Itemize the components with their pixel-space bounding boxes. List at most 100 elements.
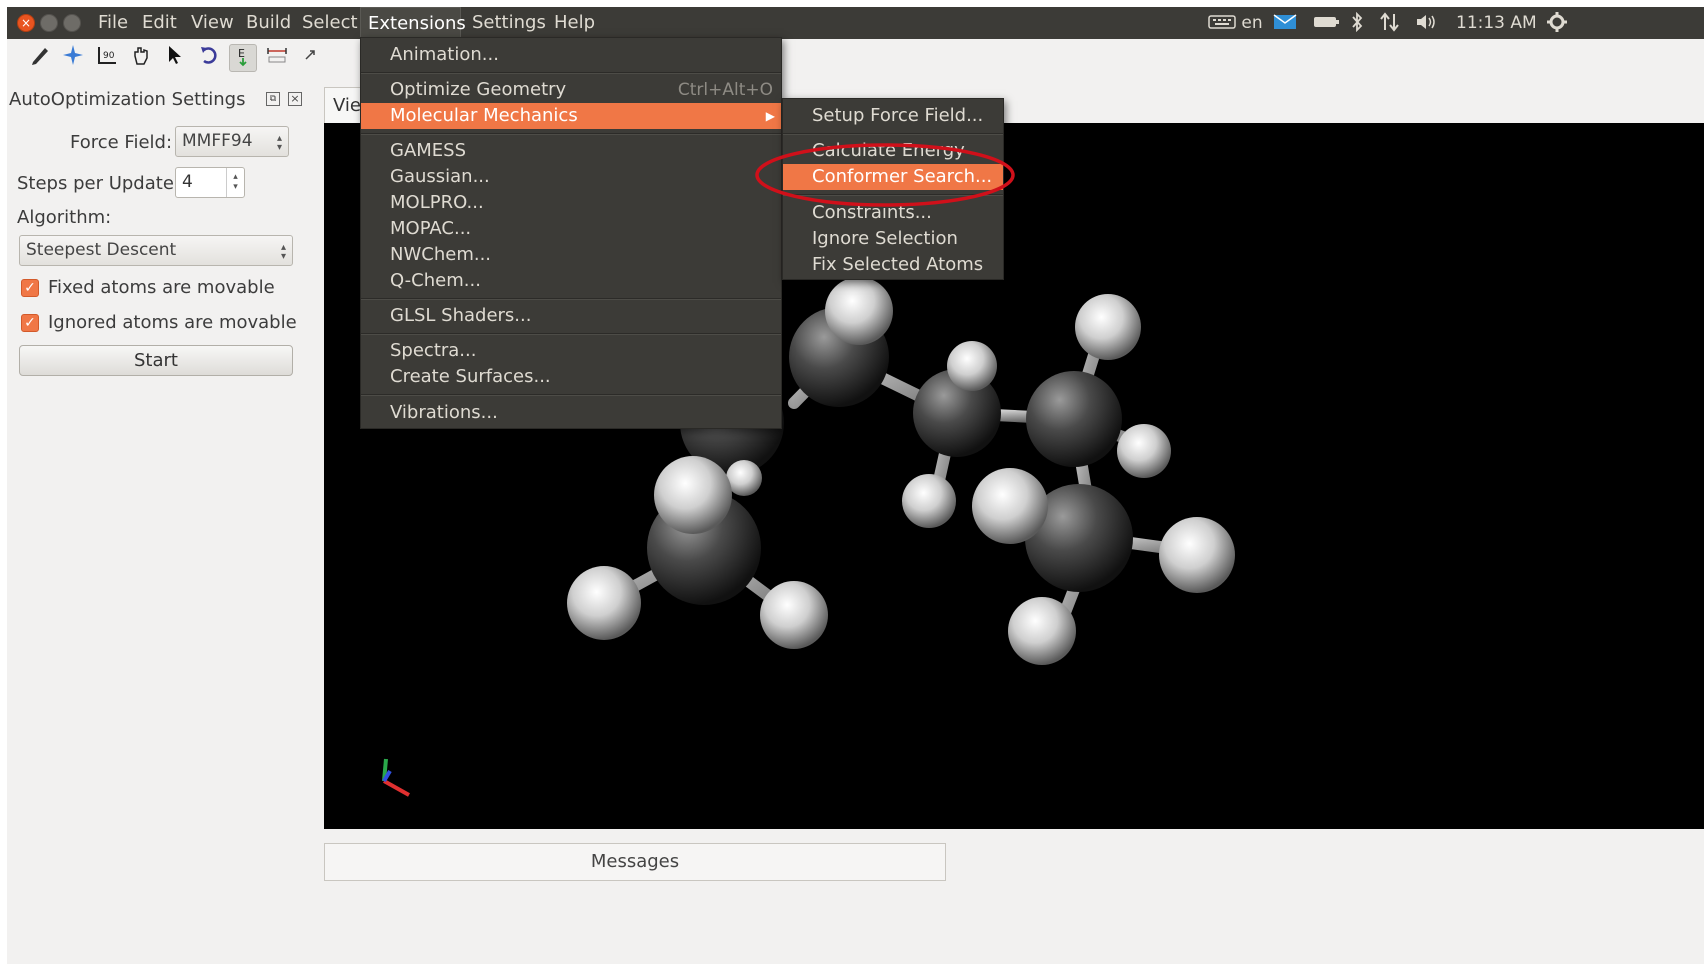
- navigate-tool-button[interactable]: [59, 44, 87, 72]
- fixed-atoms-label: Fixed atoms are movable: [48, 277, 275, 298]
- panel-title: AutoOptimization Settings: [9, 89, 246, 110]
- steps-per-update-spinbox[interactable]: 4 ▴ ▾: [175, 167, 245, 198]
- close-panel-button[interactable]: ×: [288, 92, 302, 106]
- hydrogen-atom: [567, 566, 641, 640]
- annotation-ellipse: [755, 143, 1015, 207]
- start-button[interactable]: Start: [19, 345, 293, 376]
- battery-icon: [1314, 17, 1339, 27]
- align-tool-button[interactable]: [263, 44, 291, 72]
- menu-extensions[interactable]: Extensions: [360, 7, 466, 39]
- svg-text:90: 90: [103, 51, 115, 61]
- keyboard-indicator[interactable]: en: [1208, 7, 1263, 39]
- clock[interactable]: 11:13 AM: [1456, 7, 1537, 39]
- axes-icon: [382, 758, 410, 797]
- menu-item-mopac[interactable]: MOPAC...: [361, 216, 781, 242]
- system-menu[interactable]: [1546, 7, 1568, 39]
- force-field-label: Force Field:: [70, 132, 173, 153]
- minimize-window-button[interactable]: [40, 14, 58, 32]
- shortcut-label: Ctrl+Alt+O: [677, 80, 773, 100]
- align-tool-icon: [267, 48, 287, 63]
- volume-indicator[interactable]: [1415, 7, 1441, 39]
- menu-separator: [361, 394, 781, 396]
- network-indicator[interactable]: [1379, 7, 1401, 39]
- manipulate-tool-button[interactable]: [127, 44, 155, 72]
- menu-item-nwchem[interactable]: NWChem...: [361, 242, 781, 268]
- menu-separator: [783, 133, 1003, 135]
- menu-item-glsl-shaders[interactable]: GLSL Shaders...: [361, 303, 781, 329]
- menu-item-animation[interactable]: Animation...: [361, 42, 781, 68]
- menu-item-create-surfaces[interactable]: Create Surfaces...: [361, 364, 781, 390]
- rotate-tool-button[interactable]: [195, 44, 223, 72]
- chevron-updown-icon: ▴ ▾: [276, 133, 282, 153]
- menu-separator: [361, 333, 781, 335]
- battery-indicator[interactable]: [1313, 7, 1341, 39]
- mail-indicator[interactable]: [1273, 7, 1297, 39]
- messages-tab[interactable]: Messages: [324, 843, 946, 881]
- rotate-tool-icon: [201, 47, 217, 64]
- force-field-select[interactable]: MMFF94 ▴ ▾: [175, 126, 289, 157]
- autooptimization-panel: AutoOptimization Settings ⧉ × Force Fiel…: [7, 77, 307, 964]
- symmetry-tool-icon: [305, 50, 315, 60]
- menu-separator: [361, 133, 781, 135]
- bluetooth-icon: [1352, 11, 1363, 33]
- avogadro-window: × File Edit View Build Select Extensions…: [7, 7, 1704, 964]
- network-icon: [1380, 12, 1399, 32]
- menu-build[interactable]: Build: [239, 7, 298, 39]
- menu-separator: [361, 72, 781, 74]
- carbon-atom: [1026, 371, 1122, 467]
- menu-select[interactable]: Select: [295, 7, 365, 39]
- keyboard-icon: [1208, 15, 1236, 29]
- hydrogen-atom: [654, 456, 732, 534]
- symmetry-tool-button[interactable]: [297, 44, 325, 72]
- menu-help[interactable]: Help: [547, 7, 602, 39]
- menu-item-spectra[interactable]: Spectra...: [361, 338, 781, 364]
- hydrogen-atom: [1075, 294, 1141, 360]
- menu-item-gamess[interactable]: GAMESS: [361, 138, 781, 164]
- menu-edit[interactable]: Edit: [135, 7, 184, 39]
- menu-item-gaussian[interactable]: Gaussian...: [361, 164, 781, 190]
- menu-item-qchem[interactable]: Q-Chem...: [361, 268, 781, 294]
- menubar: × File Edit View Build Select Extensions…: [7, 7, 1704, 39]
- auto-optimization-tool-button[interactable]: E: [229, 44, 257, 72]
- hydrogen-atom: [1008, 597, 1076, 665]
- svg-text:E: E: [238, 47, 245, 60]
- check-icon: ✓: [24, 280, 36, 296]
- gear-icon: [1547, 12, 1567, 32]
- float-panel-button[interactable]: ⧉: [266, 92, 280, 106]
- hydrogen-atom: [902, 474, 956, 528]
- menu-item-molecular-mechanics[interactable]: Molecular Mechanics ▶: [361, 103, 781, 129]
- hydrogen-atom: [1117, 424, 1171, 478]
- fixed-atoms-checkbox[interactable]: ✓: [21, 279, 39, 297]
- manipulate-tool-icon: [134, 47, 148, 65]
- select-tool-icon: [169, 46, 181, 64]
- hydrogen-atom: [1159, 517, 1235, 593]
- close-window-button[interactable]: ×: [17, 14, 35, 32]
- menu-settings[interactable]: Settings: [465, 7, 553, 39]
- menu-item-optimize-geometry[interactable]: Optimize Geometry Ctrl+Alt+O: [361, 77, 781, 103]
- menu-separator: [361, 298, 781, 300]
- menu-view[interactable]: View: [184, 7, 241, 39]
- select-tool-button[interactable]: [161, 44, 189, 72]
- algorithm-select[interactable]: Steepest Descent ▴ ▾: [19, 235, 293, 266]
- toolbar: 90 E: [7, 39, 1704, 77]
- spinner-arrows-icon[interactable]: ▴ ▾: [226, 168, 244, 197]
- ignored-atoms-label: Ignored atoms are movable: [48, 312, 297, 333]
- menu-item-molpro[interactable]: MOLPRO...: [361, 190, 781, 216]
- measure-tool-icon: 90: [98, 47, 116, 64]
- hydrogen-atom: [825, 277, 893, 345]
- hydrogen-atom: [972, 468, 1048, 544]
- close-icon: ×: [290, 92, 300, 105]
- menu-item-ignore-selection[interactable]: Ignore Selection: [783, 226, 1003, 252]
- menu-item-fix-selected-atoms[interactable]: Fix Selected Atoms: [783, 252, 1003, 278]
- steps-label: Steps per Update:: [17, 173, 180, 194]
- hydrogen-atom: [760, 581, 828, 649]
- ignored-atoms-checkbox[interactable]: ✓: [21, 314, 39, 332]
- maximize-window-button[interactable]: [63, 14, 81, 32]
- float-icon: ⧉: [269, 94, 277, 104]
- draw-tool-button[interactable]: [26, 44, 54, 72]
- menu-item-setup-force-field[interactable]: Setup Force Field...: [783, 103, 1003, 129]
- menu-item-vibrations[interactable]: Vibrations...: [361, 400, 781, 426]
- bluetooth-indicator[interactable]: [1350, 7, 1364, 39]
- menu-file[interactable]: File: [91, 7, 135, 39]
- measure-tool-button[interactable]: 90: [93, 44, 121, 72]
